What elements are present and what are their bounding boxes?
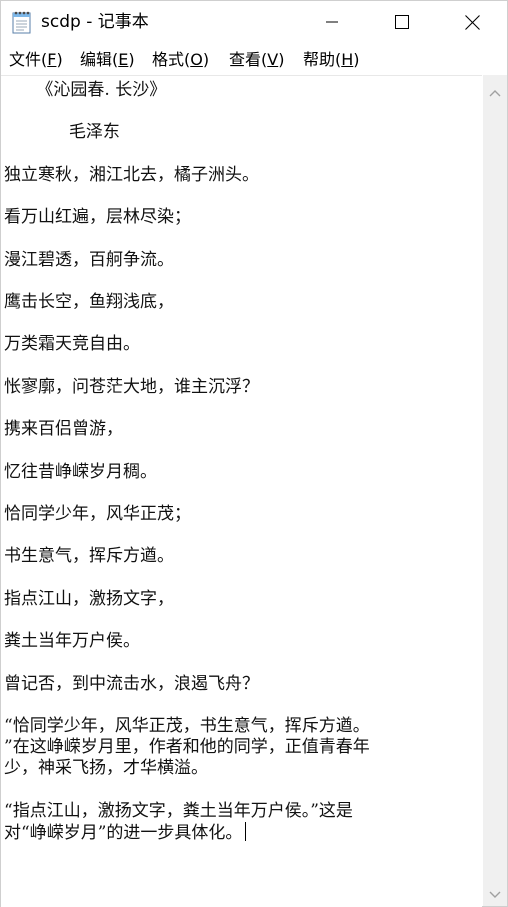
menu-edit[interactable]: 编辑(E) (78, 50, 137, 70)
menu-format[interactable]: 格式(O) (150, 50, 211, 70)
text-line: “指点江山，激扬文字，粪土当年万户侯。”这是 (4, 800, 353, 821)
text-line: 怅寥廓，问苍茫大地，谁主沉浮？ (4, 376, 259, 397)
text-line: 忆往昔峥嵘岁月稠。 (4, 461, 157, 482)
text-line: “恰同学少年，风华正茂，书生意气，挥斥方遒。 (4, 716, 370, 736)
close-icon (464, 14, 480, 30)
minimize-button[interactable] (309, 1, 355, 43)
text-line: 对“峥嵘岁月”的进一步具体化。 (4, 822, 247, 843)
chevron-down-icon (489, 884, 501, 903)
text-line: 粪土当年万户侯。 (4, 631, 140, 652)
scroll-down-button[interactable] (483, 881, 507, 905)
text-line: 鹰击长空，鱼翔浅底， (4, 292, 174, 312)
text-line: 独立寒秋，湘江北去，橘子洲头。 (4, 164, 259, 185)
menu-bar: 文件(F) 编辑(E) 格式(O) 查看(V) 帮助(H) (1, 45, 507, 75)
text-line: 《沁园春. 长沙》 (4, 80, 167, 100)
text-line: 携来百侣曾游， (4, 419, 123, 440)
text-line: 书生意气，挥斥方遒。 (4, 546, 174, 567)
menu-file[interactable]: 文件(F) (7, 50, 65, 70)
text-line: 曾记否，到中流击水，浪遏飞舟？ (4, 673, 259, 694)
menu-help[interactable]: 帮助(H) (301, 50, 362, 70)
scroll-up-button[interactable] (483, 79, 507, 103)
text-line: 少，神采飞扬，才华横溢。 (4, 758, 208, 779)
chevron-up-icon (489, 82, 501, 101)
notepad-window: scdp - 记事本 文件(F) 编辑(E) 格式(O) 查看(V) 帮助(H) (0, 0, 508, 907)
title-bar[interactable]: scdp - 记事本 (1, 1, 507, 43)
text-line: 恰同学少年，风华正茂； (4, 504, 191, 524)
maximize-icon (395, 15, 409, 29)
text-line: ”在这峥嵘岁月里，作者和他的同学，正值青春年 (4, 737, 370, 758)
text-line: 毛泽东 (4, 122, 120, 143)
text-editor[interactable]: 《沁园春. 长沙》 毛泽东独立寒秋，湘江北去，橘子洲头。 看万山红遍，层林尽染； 漫… (1, 75, 482, 907)
text-line: 漫江碧透，百舸争流。 (4, 249, 174, 270)
vertical-scrollbar[interactable] (483, 75, 507, 906)
window-title: scdp - 记事本 (41, 12, 149, 32)
text-line: 万类霜天竞自由。 (4, 334, 140, 355)
menu-view[interactable]: 查看(V) (227, 50, 286, 70)
text-caret (245, 822, 247, 841)
text-line: 指点江山，激扬文字， (4, 588, 174, 609)
minimize-icon (325, 15, 339, 29)
text-line: 看万山红遍，层林尽染； (4, 207, 191, 228)
close-button[interactable] (449, 1, 495, 43)
maximize-button[interactable] (379, 1, 425, 43)
notepad-icon (11, 10, 33, 34)
